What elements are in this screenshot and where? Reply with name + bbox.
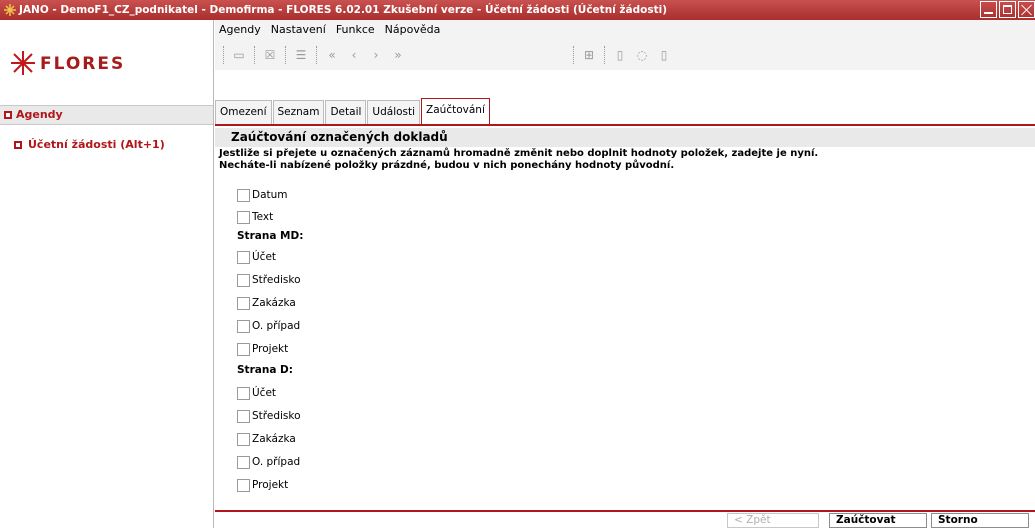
checkbox-label: Účet [252,251,277,263]
checkbox-label: Projekt [252,479,289,491]
menu-napoveda[interactable]: Nápověda [385,20,441,40]
last-record-icon[interactable]: » [389,46,407,64]
page-title: Zaúčtování označených dokladů [215,128,1035,147]
checkbox-label: Účet [252,387,277,399]
previous-record-icon[interactable]: ‹ [345,46,363,64]
checkbox[interactable] [237,432,250,446]
window-title: JANO - DemoF1_CZ_podnikatel - Demofirma … [19,4,668,16]
next-record-icon[interactable]: › [367,46,385,64]
sidebar: FLORES Agendy Účetní žádosti (Alt+1) [0,20,214,528]
checkbox-d-projekt[interactable]: Projekt [237,476,288,494]
first-record-icon[interactable]: « [323,46,341,64]
flores-logo-text: FLORES [40,54,126,74]
agendy-label: Agendy [16,108,63,121]
checkbox-md-zakazka[interactable]: Zakázka [237,294,296,312]
description-line-2: Necháte-li nabízené položky prázdné, bud… [219,160,675,171]
flores-logo-icon [11,51,35,75]
info-icon[interactable]: ▯ [611,46,629,64]
tab-detail[interactable]: Detail [325,100,367,124]
checkbox[interactable] [237,188,250,202]
tab-bar: Omezení Seznam Detail Události Zaúčtován… [215,94,1035,124]
checkbox-md-projekt[interactable]: Projekt [237,340,288,358]
checkbox[interactable] [237,386,250,400]
checkbox-datum[interactable]: Datum [237,186,288,204]
checkbox-label: Zakázka [252,297,296,309]
main-content: Zaúčtování označených dokladů Jestliže s… [215,126,1035,528]
checkbox-d-o-pripad[interactable]: O. případ [237,453,300,471]
menu-bar: Agendy Nastavení Funkce Nápověda [215,20,1035,40]
title-bar: JANO - DemoF1_CZ_podnikatel - Demofirma … [0,0,1035,20]
checkbox-md-o-pripad[interactable]: O. případ [237,317,300,335]
tab-seznam[interactable]: Seznam [272,100,325,124]
checkbox[interactable] [237,296,250,310]
checkbox-d-ucet[interactable]: Účet [237,384,276,402]
post-button[interactable]: Zaúčtovat [829,513,927,528]
checkbox-label: Projekt [252,343,289,355]
checkbox-d-stredisko[interactable]: Středisko [237,407,301,425]
sidebar-item-label: Účetní žádosti (Alt+1) [28,138,165,151]
section-strana-d: Strana D: [237,364,293,376]
toolbar-separator [604,46,605,64]
tab-zauctovani[interactable]: Zaúčtování [421,98,490,124]
list-icon[interactable]: ☰ [292,46,310,64]
sidebar-item-ucetni-zadosti[interactable]: Účetní žádosti (Alt+1) [0,136,213,154]
minimize-button[interactable] [980,1,997,18]
checkbox-d-zakazka[interactable]: Zakázka [237,430,296,448]
checkbox-text[interactable]: Text [237,208,273,226]
checkbox[interactable] [237,478,250,492]
menu-funkce[interactable]: Funkce [336,20,375,40]
checkbox[interactable] [237,319,250,333]
chat-icon[interactable]: ◌ [633,46,651,64]
checkbox-md-stredisko[interactable]: Středisko [237,271,301,289]
bullet-icon [14,141,22,149]
checkbox[interactable] [237,342,250,356]
checkbox[interactable] [237,250,250,264]
checkbox-label: Středisko [252,274,301,286]
checkbox[interactable] [237,455,250,469]
checkbox-label: O. případ [252,456,301,468]
help-icon[interactable]: ▯ [655,46,673,64]
menu-agendy[interactable]: Agendy [219,20,261,40]
logo-area: FLORES [0,20,213,105]
app-flower-icon [4,4,16,16]
checkbox-label: Zakázka [252,433,296,445]
section-strana-md: Strana MD: [237,230,304,242]
menu-nastaveni[interactable]: Nastavení [271,20,326,40]
open-folder-icon[interactable]: ▭ [230,46,248,64]
checkbox[interactable] [237,210,250,224]
checkbox-label: Středisko [252,410,301,422]
checkbox-label: O. případ [252,320,301,332]
bullet-icon [4,111,12,119]
grid-icon[interactable]: ⊞ [580,46,598,64]
tab-omezeni[interactable]: Omezení [215,100,272,124]
footer-divider [215,510,1035,512]
checkbox-label: Datum [252,189,288,201]
agendy-header[interactable]: Agendy [0,105,213,125]
tab-udalosti[interactable]: Události [367,100,421,124]
toolbar-separator [316,46,317,64]
toolbar-separator [573,46,574,64]
cancel-button[interactable]: Storno [931,513,1029,528]
close-doc-icon[interactable]: ☒ [261,46,279,64]
close-window-button[interactable] [1018,1,1035,18]
description-line-1: Jestliže si přejete u označených záznamů… [219,148,819,159]
checkbox-md-ucet[interactable]: Účet [237,248,276,266]
toolbar: ▭ ☒ ☰ « ‹ › » ⊞ ▯ ◌ ▯ [215,40,1035,70]
maximize-button[interactable] [999,1,1016,18]
checkbox-label: Text [252,211,274,223]
checkbox[interactable] [237,273,250,287]
toolbar-separator [254,46,255,64]
toolbar-separator [223,46,224,64]
toolbar-separator [285,46,286,64]
back-button[interactable]: < Zpět [727,513,819,528]
checkbox[interactable] [237,409,250,423]
footer: < Zpět Zaúčtovat Storno [215,510,1035,528]
